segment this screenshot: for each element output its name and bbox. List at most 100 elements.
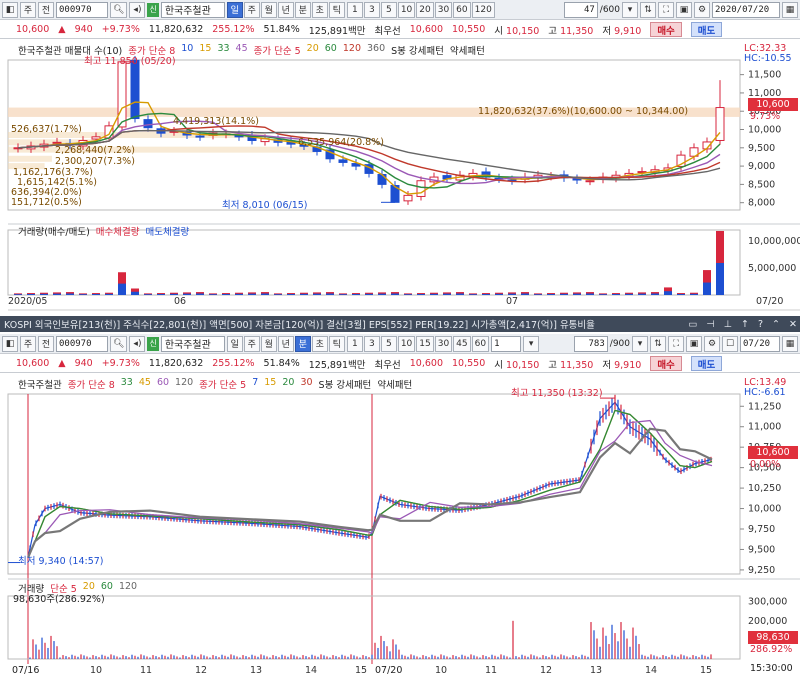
save-icon[interactable]: ▣ — [676, 1, 692, 18]
buy-volume-label: 매수체결량 — [95, 227, 140, 238]
volume-bar-sell — [573, 293, 581, 295]
period-tab-2-6[interactable]: 틱 — [328, 335, 345, 352]
profile-label-4: 6,535,964(20.8%) — [298, 137, 384, 148]
checkbox-icon[interactable]: ☐ — [722, 335, 738, 352]
interval-tab-2-6[interactable]: 45 — [453, 335, 471, 352]
search-icon[interactable]: 🔍︎ — [110, 1, 128, 18]
open-label: 시 — [494, 25, 504, 37]
minute-x-tick: 07/20 — [375, 665, 402, 676]
calendar-icon-2[interactable]: ▦ — [782, 335, 798, 352]
period-tab-2-3[interactable]: 년 — [277, 335, 294, 352]
m-legend-ma1-v0: 33 — [120, 377, 133, 388]
minute-x-tick: 13 — [590, 665, 602, 676]
save-icon-2[interactable]: ▣ — [686, 335, 702, 352]
interval-input[interactable]: 1 — [491, 335, 522, 352]
sort-icon[interactable]: ⇅ — [640, 1, 656, 18]
stock-name: 한국주철관 — [160, 1, 225, 18]
period-tab-1[interactable]: 주 — [243, 1, 260, 18]
stock-code-input-2[interactable]: 000970 — [56, 335, 108, 352]
candle-body — [403, 194, 413, 202]
daily-y-tick: 9,500 — [748, 143, 775, 154]
interval-tab-2[interactable]: 5 — [380, 1, 397, 18]
period-tab-4[interactable]: 분 — [294, 1, 311, 18]
period-tab-3[interactable]: 년 — [277, 1, 294, 18]
window-icons[interactable]: ▭ ⊣ ⊥ ↑ ? ⌃ ✕ — [688, 319, 800, 330]
sell-button[interactable]: 매도 — [690, 22, 723, 37]
interval-tab-6[interactable]: 60 — [453, 1, 471, 18]
period-tab-2-2[interactable]: 월 — [260, 335, 277, 352]
interval-tab-5[interactable]: 30 — [434, 1, 453, 18]
period-tab-2-5[interactable]: 초 — [311, 335, 328, 352]
volume-bar-sell — [196, 293, 204, 295]
interval-tab-2-5[interactable]: 30 — [434, 335, 453, 352]
interval-tab-0[interactable]: 1 — [346, 1, 363, 18]
period-tab-6[interactable]: 틱 — [328, 1, 345, 18]
buy-button-2[interactable]: 매수 — [650, 356, 682, 371]
count-input[interactable]: 47 — [563, 1, 598, 18]
period-tab-2[interactable]: 월 — [260, 1, 277, 18]
interval-tab-7[interactable]: 120 — [471, 1, 495, 18]
chart-type-icon[interactable]: ⛶ — [658, 1, 674, 18]
dropdown-icon-2[interactable]: ▾ — [632, 335, 648, 352]
volume-bar-sell — [391, 293, 399, 295]
interval-tab-4[interactable]: 20 — [416, 1, 434, 18]
search-icon-2[interactable]: 🔍︎ — [110, 335, 128, 352]
sort-icon-2[interactable]: ⇅ — [650, 335, 666, 352]
speaker-icon-2[interactable]: ◂) — [129, 335, 146, 352]
settings-icon[interactable]: ⚙ — [694, 1, 710, 18]
period-tab-2-0[interactable]: 일 — [226, 335, 243, 352]
stock-code-input[interactable]: 000970 — [56, 1, 108, 18]
period-tab-5[interactable]: 초 — [311, 1, 328, 18]
interval-tab-2-3[interactable]: 10 — [397, 335, 416, 352]
daily-y-tick: 8,500 — [748, 179, 775, 190]
minute-chart-svg[interactable]: 11,25011,00010,75010,50010,25010,0009,75… — [0, 374, 800, 678]
interval-tab-2-0[interactable]: 1 — [346, 335, 363, 352]
new-badge-2: 신 — [147, 336, 159, 351]
volume-bar-sell — [209, 294, 217, 295]
interval-tab-3[interactable]: 10 — [397, 1, 416, 18]
settings-icon-2[interactable]: ⚙ — [704, 335, 720, 352]
layout-icon-2[interactable]: ◧ — [2, 335, 18, 352]
interval-tab-2-7[interactable]: 60 — [471, 335, 490, 352]
vol-ratio: 255.12% — [212, 24, 255, 35]
mode-select-2[interactable]: 주 — [20, 335, 36, 352]
high: 11,350 — [560, 25, 594, 37]
low-label: 저 — [602, 25, 612, 37]
speaker-icon[interactable]: ◂) — [129, 1, 146, 18]
high-2: 11,350 — [560, 359, 594, 371]
legend-ma1-v3: 45 — [235, 43, 248, 54]
calendar-icon[interactable]: ▦ — [782, 1, 798, 18]
interval-tabs-2: 1 3 5 10 15 30 45 60 — [346, 335, 490, 352]
daily-chart-svg[interactable]: 11,50011,00010,50010,0009,5009,0008,5008… — [0, 40, 800, 315]
profile-label-0: 526,637(1.7%) — [11, 124, 82, 135]
sell-button-2[interactable]: 매도 — [690, 356, 723, 371]
interval-dropdown-icon[interactable]: ▾ — [523, 335, 540, 352]
daily-x-tick-1: 06 — [174, 296, 187, 307]
jeon-button-2[interactable]: 전 — [38, 335, 54, 352]
m-legend-ma2: 종가 단순 5 — [199, 380, 247, 391]
daily-price-tag: 10,600 — [748, 98, 798, 111]
count-input-2[interactable]: 783 — [573, 335, 608, 352]
daily-chart-panel: 11,500 11,000 10,500 10,000 9,500 9,000 8,500 8… — [0, 40, 800, 315]
chart-type-icon-2[interactable]: ⛶ — [668, 335, 684, 352]
mode-select[interactable]: 주 — [20, 1, 36, 18]
dropdown-icon[interactable]: ▾ — [622, 1, 638, 18]
interval-tab-2-4[interactable]: 15 — [416, 335, 434, 352]
interval-tab-1[interactable]: 3 — [363, 1, 380, 18]
interval-tab-2-2[interactable]: 5 — [380, 335, 397, 352]
daily-y-tick: 8,000 — [748, 198, 775, 209]
period-tab-2-1[interactable]: 주 — [243, 335, 260, 352]
low-label-2: 저 — [602, 359, 612, 371]
date-input-2[interactable]: 07/20 — [740, 335, 780, 352]
m-vol-value: 98,630주(286.92%) — [13, 594, 105, 605]
buy-button[interactable]: 매수 — [650, 22, 682, 37]
low: 9,910 — [614, 25, 642, 37]
period-tab-0[interactable]: 일 — [226, 1, 243, 18]
volume-bar-sell — [118, 283, 126, 295]
date-input[interactable]: 2020/07/20 — [712, 1, 780, 18]
jeon-button[interactable]: 전 — [38, 1, 54, 18]
bottom-quote-bar: 10,600 ▲ 940 +9.73% 11,820,632 255.12% 5… — [0, 355, 800, 373]
layout-icon[interactable]: ◧ — [2, 1, 18, 18]
period-tab-2-4[interactable]: 분 — [294, 335, 311, 352]
interval-tab-2-1[interactable]: 3 — [363, 335, 380, 352]
